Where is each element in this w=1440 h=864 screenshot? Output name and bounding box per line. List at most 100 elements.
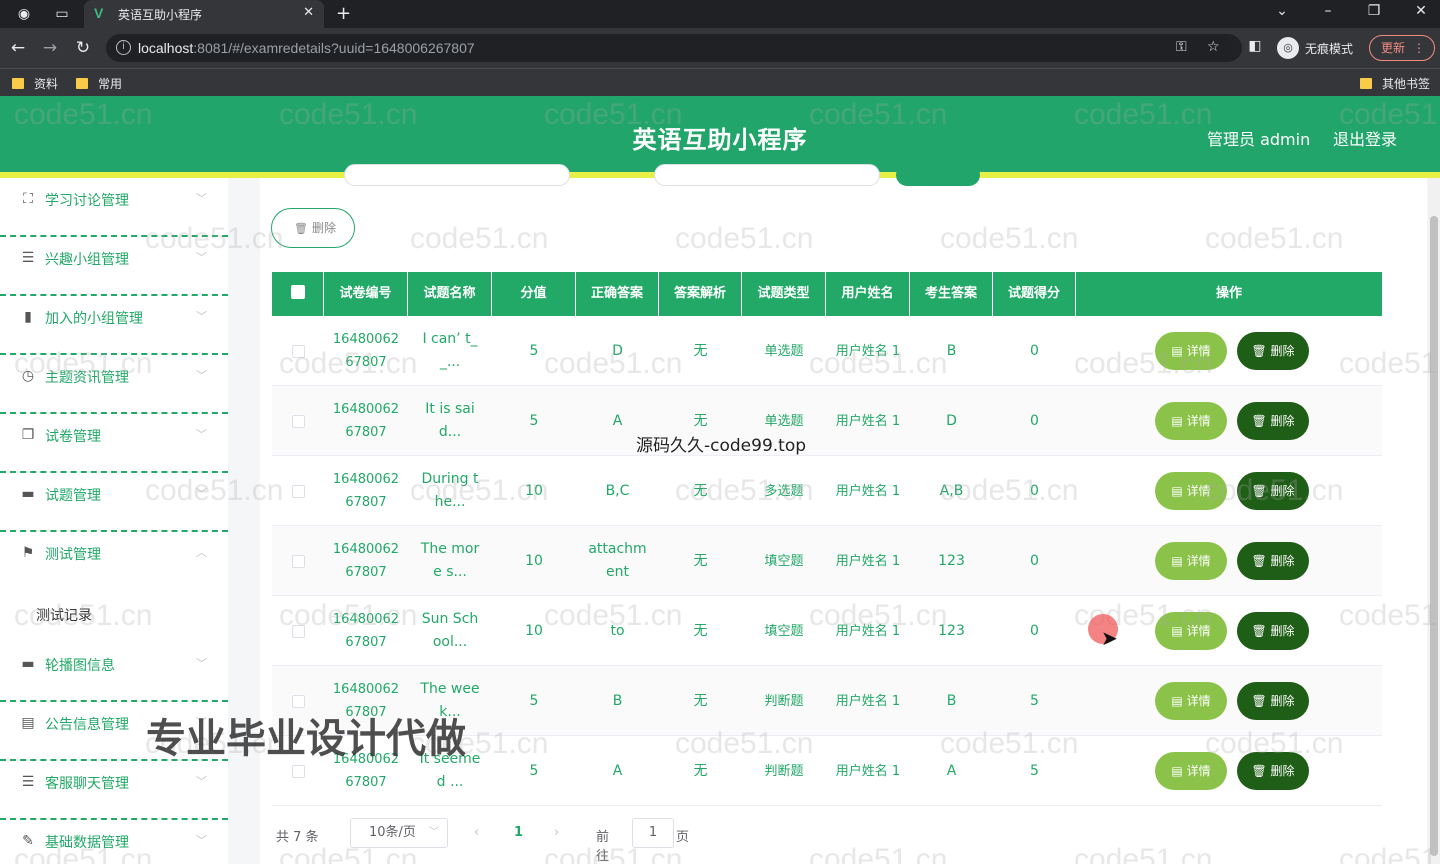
chevron-down-icon: ﹀ bbox=[196, 428, 207, 441]
address-bar[interactable]: i localhost:8081/#/examredetails?uuid=16… bbox=[106, 34, 1242, 62]
table-row[interactable]: 16480062 67807 Sun Sch ool... 10 to 无 填空题 用户姓名… bbox=[272, 596, 1382, 666]
delete-button[interactable]: 🗑 删除 bbox=[1237, 542, 1309, 580]
detail-button[interactable]: ▤ 详情 bbox=[1155, 472, 1227, 510]
tab-search-icon[interactable]: ▭ bbox=[52, 4, 72, 24]
cell-earned-score: 0 bbox=[1030, 622, 1039, 639]
search-input[interactable] bbox=[654, 164, 880, 186]
row-checkbox-cell bbox=[272, 316, 324, 386]
delete-button[interactable]: 🗑 删除 bbox=[1237, 332, 1309, 370]
goto-label: 前往 bbox=[596, 830, 610, 864]
sidebar-item-topic-news[interactable]: ◷ 主题资讯管理 ﹀ bbox=[0, 355, 228, 414]
chevron-down-icon: ﹀ bbox=[196, 775, 207, 788]
sidebar-item-customer-chat[interactable]: ☰ 客服聊天管理 ﹀ bbox=[0, 761, 228, 820]
column-header[interactable]: 分值 bbox=[492, 272, 576, 316]
minimize-icon[interactable]: – bbox=[1316, 3, 1340, 19]
cell-correct-answer: attachm ent bbox=[588, 541, 647, 580]
cell-question-type: 填空题 bbox=[764, 553, 804, 569]
more-icon: ⋮ bbox=[1413, 41, 1425, 55]
incognito-icon[interactable]: ◎ bbox=[1277, 37, 1299, 59]
cell-paper-id: 16480062 67807 bbox=[332, 542, 400, 580]
detail-button[interactable]: ▤ 详情 bbox=[1155, 402, 1227, 440]
column-header[interactable]: 正确答案 bbox=[576, 272, 659, 316]
column-header[interactable]: 试题得分 bbox=[993, 272, 1076, 316]
close-tab-icon[interactable]: ✕ bbox=[303, 5, 314, 20]
search-input[interactable] bbox=[344, 164, 570, 186]
cell-correct-answer: B,C bbox=[605, 482, 630, 499]
select-all-checkbox[interactable] bbox=[272, 272, 324, 316]
bookmarks-bar: 资料 常用 其他书签 bbox=[0, 68, 1440, 96]
cell-paper-id: 16480062 67807 bbox=[332, 472, 400, 510]
table-row[interactable]: 16480062 67807 I can’ t_ _... 5 D 无 单选题 用户姓名 1… bbox=[272, 316, 1382, 386]
star-icon[interactable]: ☆ bbox=[1207, 39, 1220, 55]
table-row[interactable]: 16480062 67807 It is sai d... 5 A 无单选题 用户姓名 1… bbox=[272, 386, 1382, 456]
detail-button[interactable]: ▤ 详情 bbox=[1155, 682, 1227, 720]
row-checkbox[interactable] bbox=[291, 414, 305, 428]
batch-delete-button[interactable]: 🗑 删除 bbox=[271, 208, 355, 248]
sidebar-item-base-data[interactable]: ✎ 基础数据管理 ﹀ bbox=[0, 820, 228, 864]
detail-button[interactable]: ▤ 详情 bbox=[1155, 332, 1227, 370]
forward-icon[interactable]: → bbox=[40, 38, 60, 58]
cell-score: 10 bbox=[525, 552, 543, 569]
cell-correct-answer: D bbox=[612, 342, 623, 359]
logout-link[interactable]: 退出登录 bbox=[1333, 126, 1397, 150]
table-row[interactable]: 16480062 67807 The mor e s... 10 attachm en… bbox=[272, 526, 1382, 596]
site-info-icon[interactable]: i bbox=[116, 40, 131, 55]
sidebar-item-joined-group[interactable]: ▮ 加入的小组管理 ﹀ bbox=[0, 296, 228, 355]
other-bookmarks[interactable]: 其他书签 bbox=[1360, 75, 1430, 92]
sidebar-item-test[interactable]: ⚑ 测试管理 ︿ bbox=[0, 532, 228, 591]
browser-tab[interactable]: V 英语互助小程序 ✕ bbox=[84, 0, 324, 28]
column-header[interactable]: 用户姓名 bbox=[826, 272, 910, 316]
detail-button[interactable]: ▤ 详情 bbox=[1155, 612, 1227, 650]
cell-analysis: 无 bbox=[693, 762, 708, 779]
sidebar-toggle-icon[interactable]: ◧ bbox=[1245, 38, 1265, 54]
bookmark-folder[interactable]: 常用 bbox=[76, 75, 122, 92]
column-header[interactable]: 试题类型 bbox=[742, 272, 826, 316]
delete-button[interactable]: 🗑 删除 bbox=[1237, 472, 1309, 510]
sidebar-item-interest-group[interactable]: ☰ 兴趣小组管理 ﹀ bbox=[0, 237, 228, 296]
cell-question-type: 判断题 bbox=[764, 693, 804, 709]
new-tab-icon[interactable]: + bbox=[336, 3, 351, 24]
row-checkbox[interactable] bbox=[291, 764, 305, 778]
search-button[interactable] bbox=[896, 164, 980, 186]
sidebar-item-paper[interactable]: ❐ 试卷管理 ﹀ bbox=[0, 414, 228, 473]
detail-button[interactable]: ▤ 详情 bbox=[1155, 542, 1227, 580]
sidebar-item-study-discussion[interactable]: ⛶ 学习讨论管理 ﹀ bbox=[0, 178, 228, 237]
page-scrollbar[interactable] bbox=[1428, 178, 1440, 864]
cell-user-name: 用户姓名 1 bbox=[835, 623, 901, 639]
table-row[interactable]: 16480062 67807 During t he... 10 B,C 无 多选题 用户姓… bbox=[272, 456, 1382, 526]
back-icon[interactable]: ← bbox=[8, 38, 28, 58]
delete-button[interactable]: 🗑 删除 bbox=[1237, 682, 1309, 720]
row-checkbox[interactable] bbox=[291, 344, 305, 358]
browser-menu-icon[interactable]: ◉ bbox=[14, 4, 34, 24]
delete-button[interactable]: 🗑 删除 bbox=[1237, 752, 1309, 790]
sidebar-item-question[interactable]: ▬ 试题管理 ﹀ bbox=[0, 473, 228, 532]
reload-icon[interactable]: ↻ bbox=[73, 38, 93, 58]
prev-page-icon[interactable]: ‹ bbox=[474, 825, 479, 840]
monitor-icon: ▬ bbox=[21, 486, 35, 502]
page-number[interactable]: 1 bbox=[514, 825, 523, 840]
bookmark-folder[interactable]: 资料 bbox=[12, 75, 58, 92]
message-icon: ▤ bbox=[21, 715, 35, 731]
column-header[interactable]: 考生答案 bbox=[910, 272, 993, 316]
update-button[interactable]: 更新 ⋮ bbox=[1369, 35, 1435, 61]
page-size-select[interactable]: 10条/页 ﹀ bbox=[350, 818, 448, 848]
row-checkbox[interactable] bbox=[291, 554, 305, 568]
restore-icon[interactable]: ❐ bbox=[1362, 3, 1386, 19]
column-header[interactable]: 答案解析 bbox=[659, 272, 742, 316]
scrollbar-thumb[interactable] bbox=[1430, 216, 1438, 856]
close-window-icon[interactable]: ✕ bbox=[1409, 3, 1433, 19]
delete-button[interactable]: 🗑 删除 bbox=[1237, 612, 1309, 650]
row-checkbox[interactable] bbox=[291, 484, 305, 498]
next-page-icon[interactable]: › bbox=[554, 825, 559, 840]
row-checkbox[interactable] bbox=[291, 624, 305, 638]
key-icon[interactable]: ⚿ bbox=[1176, 39, 1187, 55]
sidebar-item-carousel[interactable]: ▬ 轮播图信息 ﹀ bbox=[0, 643, 228, 702]
sidebar-subitem-test-record[interactable]: 测试记录 bbox=[0, 587, 228, 643]
delete-button[interactable]: 🗑 删除 bbox=[1237, 402, 1309, 440]
column-header[interactable]: 试卷编号 bbox=[324, 272, 408, 316]
column-header[interactable]: 试题名称 bbox=[408, 272, 492, 316]
detail-button[interactable]: ▤ 详情 bbox=[1155, 752, 1227, 790]
goto-page-input[interactable]: 1 bbox=[632, 818, 674, 848]
url-text: localhost:8081/#/examredetails?uuid=1648… bbox=[138, 40, 475, 56]
tab-list-chevron-icon[interactable]: ⌄ bbox=[1270, 3, 1294, 19]
